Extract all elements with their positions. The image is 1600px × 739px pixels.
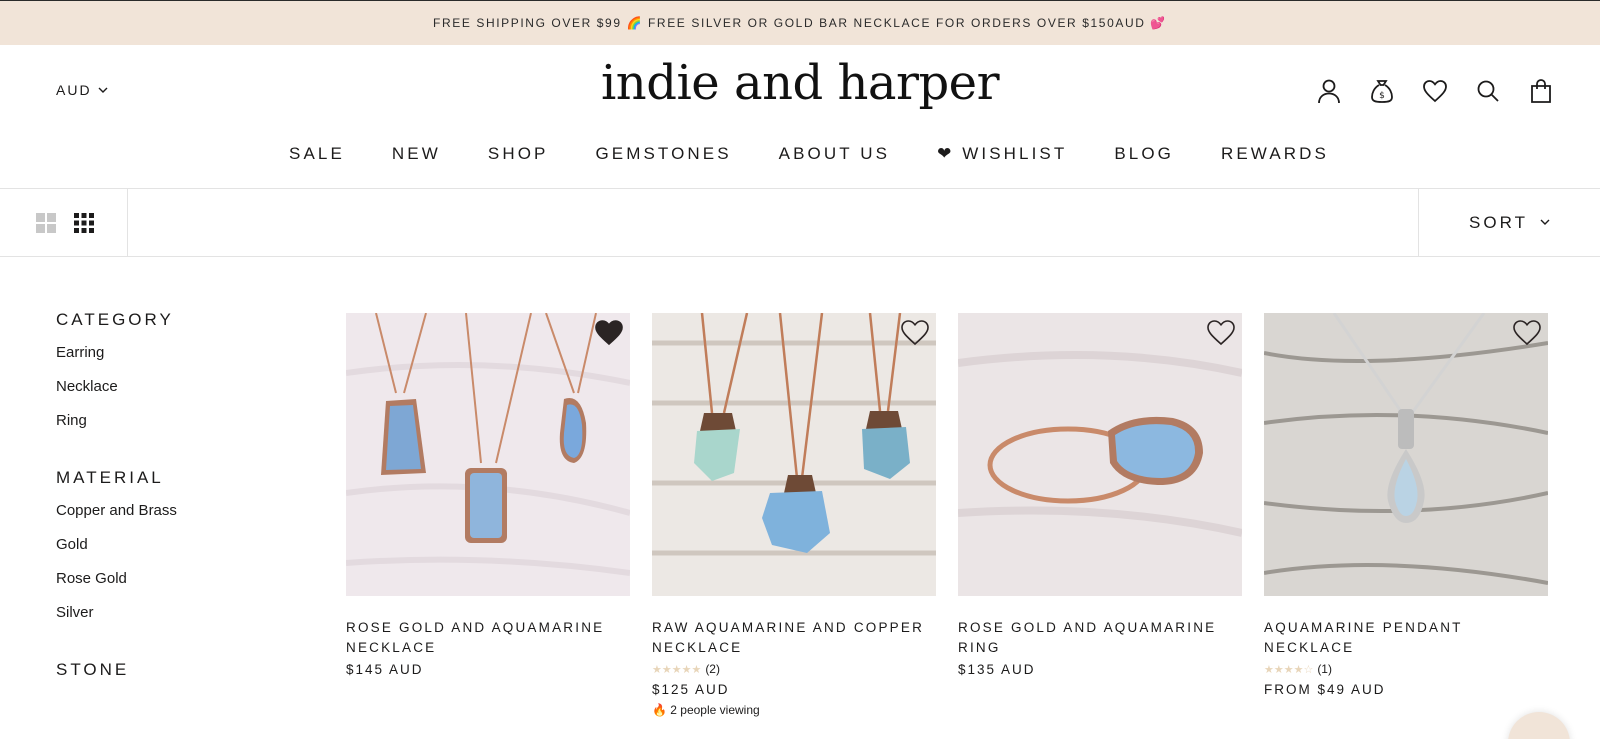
- main-navigation: SALE NEW SHOP GEMSTONES ABOUT US ❤ WISHL…: [0, 144, 1600, 164]
- filter-group-stone: STONE: [56, 660, 286, 680]
- product-photo: [958, 313, 1242, 596]
- collection-toolbar: SORT: [0, 188, 1600, 257]
- product-title[interactable]: RAW AQUAMARINE AND COPPER NECKLACE: [652, 618, 936, 658]
- product-title[interactable]: ROSE GOLD AND AQUAMARINE NECKLACE: [346, 618, 630, 658]
- sort-label: SORT: [1469, 212, 1528, 232]
- wishlist-heart-icon[interactable]: [1512, 318, 1542, 346]
- wishlist-heart-icon[interactable]: [900, 318, 930, 346]
- product-photo: [346, 313, 630, 596]
- search-icon[interactable]: [1473, 76, 1503, 106]
- product-card[interactable]: AQUAMARINE PENDANT NECKLACE ★★★★☆ (1) FR…: [1264, 313, 1548, 717]
- product-card[interactable]: RAW AQUAMARINE AND COPPER NECKLACE ★★★★★…: [652, 313, 936, 717]
- nav-item-sale[interactable]: SALE: [289, 144, 345, 164]
- product-rating[interactable]: ★★★★☆ (1): [1264, 660, 1548, 678]
- product-title[interactable]: AQUAMARINE PENDANT NECKLACE: [1264, 618, 1548, 658]
- product-image[interactable]: [652, 313, 936, 596]
- filter-heading-stone[interactable]: STONE: [56, 660, 286, 680]
- rating-count: (2): [705, 662, 720, 676]
- wishlist-heart-icon[interactable]: [1420, 76, 1450, 106]
- product-photo: [1264, 313, 1548, 596]
- announcement-text: FREE SHIPPING OVER $99 🌈 FREE SILVER OR …: [433, 16, 1167, 30]
- grid-3-icon[interactable]: [72, 211, 96, 235]
- product-title[interactable]: ROSE GOLD AND AQUAMARINE RING: [958, 618, 1242, 658]
- filter-item-necklace[interactable]: Necklace: [56, 378, 286, 412]
- filter-item-ring[interactable]: Ring: [56, 412, 286, 446]
- rating-count: (1): [1317, 662, 1332, 676]
- product-price: $145 AUD: [346, 662, 424, 677]
- nav-item-shop[interactable]: SHOP: [488, 144, 549, 164]
- product-price: $125 AUD: [652, 682, 730, 697]
- filter-heading-material: MATERIAL: [56, 468, 164, 487]
- filter-group-category: CATEGORY Earring Necklace Ring: [56, 310, 286, 446]
- currency-label: AUD: [56, 82, 92, 98]
- product-photo: [652, 313, 936, 596]
- nav-item-gemstones[interactable]: GEMSTONES: [595, 144, 731, 164]
- nav-item-rewards[interactable]: REWARDS: [1221, 144, 1329, 164]
- product-grid: ROSE GOLD AND AQUAMARINE NECKLACE $145 A…: [346, 313, 1548, 717]
- nav-item-new[interactable]: NEW: [392, 144, 441, 164]
- filter-group-material: MATERIAL Copper and Brass Gold Rose Gold…: [56, 468, 286, 638]
- rating-stars: ★★★★★: [652, 663, 702, 676]
- filter-sidebar: CATEGORY Earring Necklace Ring MATERIAL …: [56, 310, 286, 702]
- product-rating[interactable]: ★★★★★ (2): [652, 660, 936, 678]
- product-card[interactable]: ROSE GOLD AND AQUAMARINE RING $135 AUD: [958, 313, 1242, 717]
- currency-selector[interactable]: AUD: [56, 82, 108, 98]
- filter-item-rose-gold[interactable]: Rose Gold: [56, 570, 286, 604]
- filter-item-earring[interactable]: Earring: [56, 344, 286, 378]
- rewards-money-bag-icon[interactable]: $: [1367, 76, 1397, 106]
- rating-stars: ★★★★☆: [1264, 663, 1314, 676]
- chevron-down-icon: [98, 87, 108, 93]
- filter-item-silver[interactable]: Silver: [56, 604, 286, 638]
- filter-item-copper-brass[interactable]: Copper and Brass: [56, 502, 286, 536]
- sort-button[interactable]: SORT: [1418, 189, 1600, 256]
- svg-text:$: $: [1379, 91, 1385, 101]
- product-image[interactable]: [1264, 313, 1548, 596]
- cart-bag-icon[interactable]: [1526, 76, 1556, 106]
- announcement-bar: FREE SHIPPING OVER $99 🌈 FREE SILVER OR …: [0, 0, 1600, 45]
- nav-item-wishlist[interactable]: ❤ WISHLIST: [937, 144, 1067, 164]
- viewing-count: 🔥 2 people viewing: [652, 703, 760, 717]
- layout-switcher: [0, 189, 128, 256]
- chevron-down-icon: [1540, 219, 1550, 225]
- filter-item-gold[interactable]: Gold: [56, 536, 286, 570]
- header-icons: $: [1291, 76, 1556, 106]
- nav-item-about-us[interactable]: ABOUT US: [779, 144, 890, 164]
- product-image[interactable]: [346, 313, 630, 596]
- product-price: FROM $49 AUD: [1264, 682, 1386, 697]
- product-card[interactable]: ROSE GOLD AND AQUAMARINE NECKLACE $145 A…: [346, 313, 630, 717]
- nav-item-blog[interactable]: BLOG: [1114, 144, 1174, 164]
- wishlist-heart-icon[interactable]: [1206, 318, 1236, 346]
- product-price: $135 AUD: [958, 662, 1036, 677]
- wishlist-heart-icon[interactable]: [594, 318, 624, 346]
- filter-heading-category: CATEGORY: [56, 310, 174, 329]
- store-logo[interactable]: indie and harper: [560, 55, 1040, 111]
- account-icon[interactable]: [1314, 76, 1344, 106]
- product-image[interactable]: [958, 313, 1242, 596]
- grid-2-icon[interactable]: [34, 211, 58, 235]
